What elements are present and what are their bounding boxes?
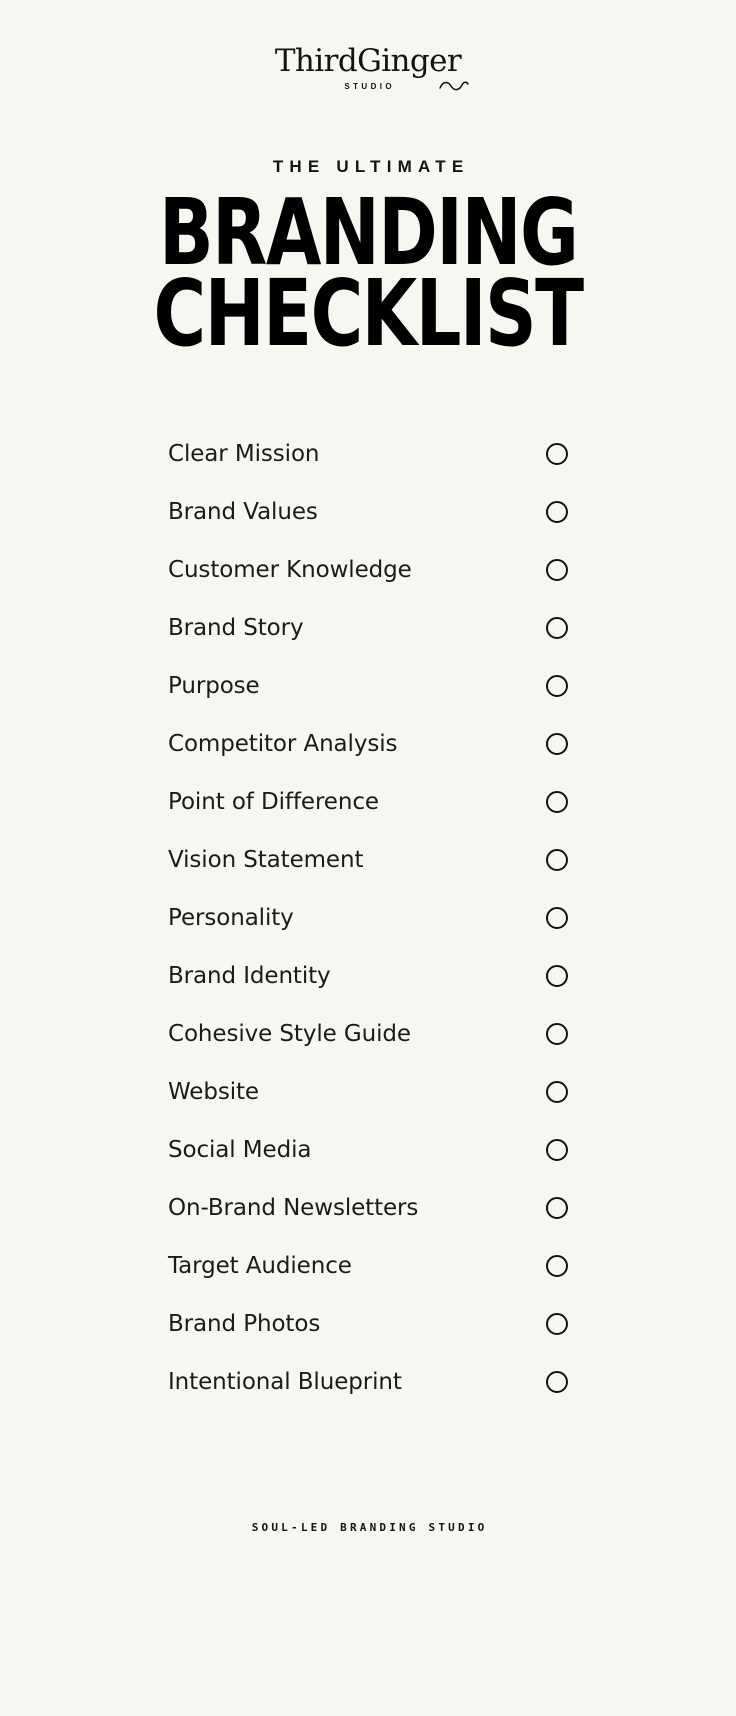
checklist-row[interactable]: Vision Statement [168, 831, 568, 889]
checklist-item-label: Vision Statement [168, 847, 364, 874]
checkbox-circle-icon[interactable] [546, 1023, 568, 1046]
brand-subtitle-row: STUDIO [275, 81, 469, 91]
checklist-item-label: Intentional Blueprint [168, 1369, 402, 1396]
checklist-row[interactable]: Personality [168, 889, 568, 947]
checklist-item-label: Customer Knowledge [168, 557, 412, 584]
footer-tagline: SOUL-LED BRANDING STUDIO [251, 1521, 488, 1534]
checkbox-circle-icon[interactable] [546, 791, 568, 814]
checklist-item-label: Social Media [168, 1137, 312, 1164]
brand-subtitle: STUDIO [344, 82, 395, 91]
checklist-row[interactable]: Website [168, 1063, 568, 1121]
eyebrow-text: THE ULTIMATE [272, 157, 470, 176]
checklist-row[interactable]: Brand Identity [168, 947, 568, 1005]
checkbox-circle-icon[interactable] [546, 907, 568, 930]
checkbox-circle-icon[interactable] [546, 1313, 568, 1336]
checkbox-circle-icon[interactable] [546, 617, 568, 640]
checkbox-circle-icon[interactable] [546, 501, 568, 524]
checklist-item-label: Target Audience [168, 1253, 352, 1280]
checklist: Clear Mission Brand Values Customer Knowle… [168, 425, 568, 1411]
brand-wordmark: ThirdGinger [274, 43, 462, 79]
checkbox-circle-icon[interactable] [546, 1371, 568, 1394]
checklist-item-label: Brand Values [168, 499, 318, 526]
footer: SOUL-LED BRANDING STUDIO [0, 1521, 736, 1534]
checklist-item-label: Purpose [168, 673, 260, 700]
brand-logo: ThirdGinger STUDIO [274, 43, 469, 91]
checkbox-circle-icon[interactable] [546, 443, 568, 466]
checkbox-circle-icon[interactable] [546, 1139, 568, 1162]
checklist-row[interactable]: Point of Difference [168, 773, 568, 831]
checklist-item-label: Point of Difference [168, 789, 379, 816]
checklist-row[interactable]: Brand Photos [168, 1295, 568, 1353]
checklist-item-label: Website [168, 1079, 259, 1106]
checkbox-circle-icon[interactable] [546, 1197, 568, 1220]
checklist-item-label: Brand Identity [168, 963, 331, 990]
checkbox-circle-icon[interactable] [546, 965, 568, 988]
checklist-item-label: Personality [168, 905, 294, 932]
checkbox-circle-icon[interactable] [546, 1081, 568, 1104]
checklist-item-label: Cohesive Style Guide [168, 1021, 411, 1048]
checklist-row[interactable]: Cohesive Style Guide [168, 1005, 568, 1063]
checklist-row[interactable]: Brand Values [168, 483, 568, 541]
checklist-row[interactable]: Brand Story [168, 599, 568, 657]
checklist-item-label: Competitor Analysis [168, 731, 398, 758]
checklist-row[interactable]: Customer Knowledge [168, 541, 568, 599]
checklist-row[interactable]: Intentional Blueprint [168, 1353, 568, 1411]
checkbox-circle-icon[interactable] [546, 675, 568, 698]
page-title: BRANDING CHECKLIST [93, 186, 643, 368]
checkbox-circle-icon[interactable] [546, 849, 568, 872]
checklist-row[interactable]: Purpose [168, 657, 568, 715]
checklist-row[interactable]: On-Brand Newsletters [168, 1179, 568, 1237]
checkbox-circle-icon[interactable] [546, 733, 568, 756]
page-title-line-2: CHECKLIST [153, 260, 584, 368]
checklist-row[interactable]: Clear Mission [168, 425, 568, 483]
swash-flourish-icon [439, 81, 469, 91]
checklist-row[interactable]: Social Media [168, 1121, 568, 1179]
checklist-item-label: Brand Photos [168, 1311, 321, 1338]
checkbox-circle-icon[interactable] [546, 1255, 568, 1278]
checklist-item-label: On-Brand Newsletters [168, 1195, 419, 1222]
branding-checklist-poster: ThirdGinger STUDIO THE ULTIMATE BRANDING… [0, 0, 736, 1716]
checkbox-circle-icon[interactable] [546, 559, 568, 582]
checklist-item-label: Brand Story [168, 615, 304, 642]
checklist-row[interactable]: Competitor Analysis [168, 715, 568, 773]
checklist-item-label: Clear Mission [168, 441, 320, 468]
checklist-row[interactable]: Target Audience [168, 1237, 568, 1295]
